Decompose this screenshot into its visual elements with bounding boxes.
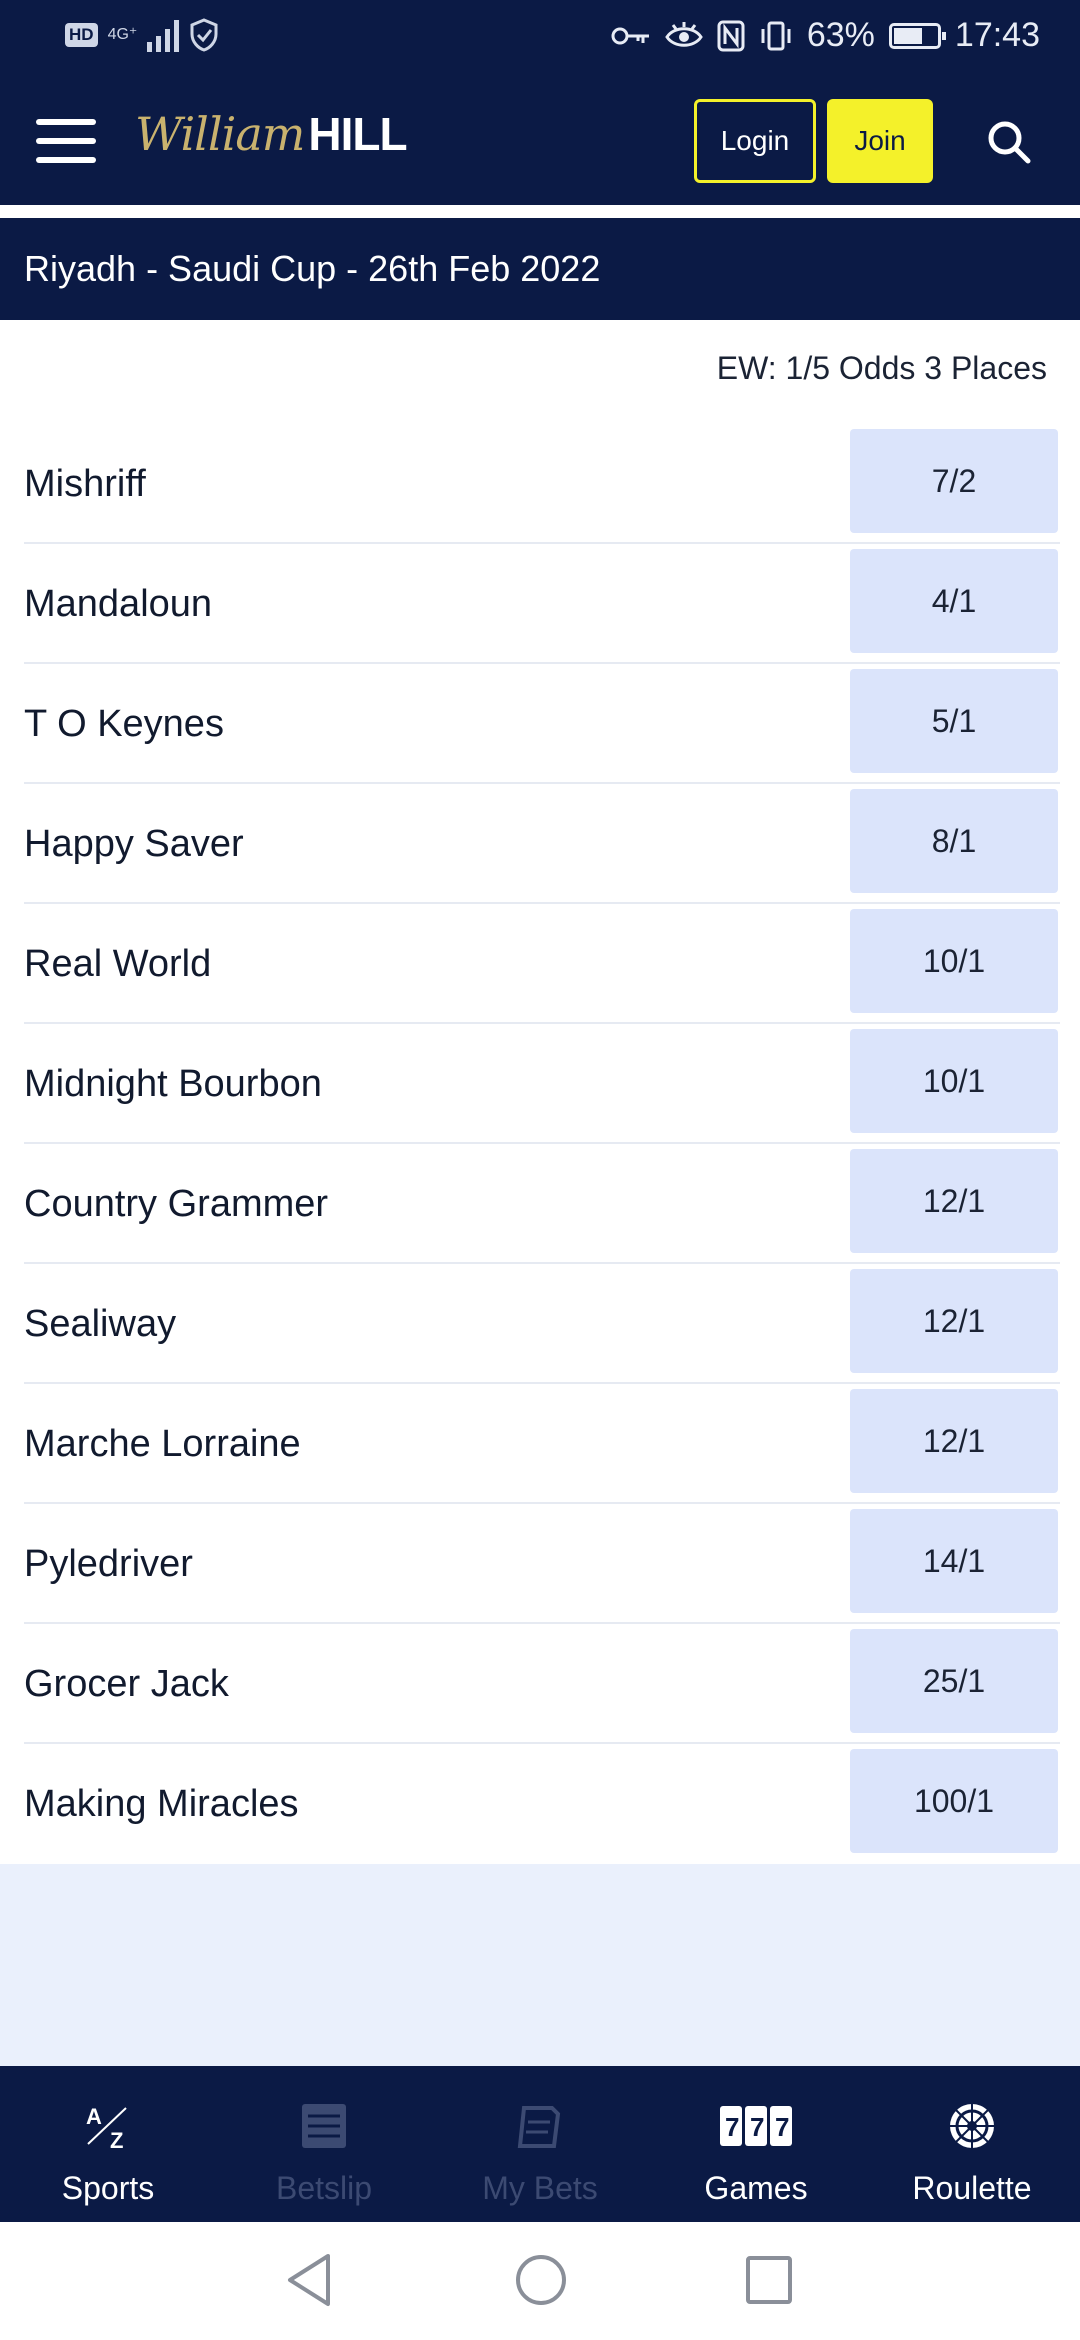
each-way-terms: EW: 1/5 Odds 3 Places	[716, 350, 1047, 386]
odds-button[interactable]: 12/1	[850, 1269, 1058, 1373]
runner-row: T O Keynes 5/1	[0, 664, 1080, 784]
runner-row: Pyledriver 14/1	[0, 1504, 1080, 1624]
nav-roulette[interactable]: Roulette	[864, 2066, 1080, 2222]
runner-name: Sealiway	[24, 1302, 177, 1345]
menu-icon[interactable]	[36, 119, 96, 163]
odds-button[interactable]: 12/1	[850, 1389, 1058, 1493]
eye-icon	[665, 21, 703, 47]
status-bar-right: 63% 17:43	[611, 16, 1040, 55]
odds-button[interactable]: 14/1	[850, 1509, 1058, 1613]
odds-button[interactable]: 10/1	[850, 1029, 1058, 1133]
odds-button[interactable]: 10/1	[850, 909, 1058, 1013]
my-bets-icon	[517, 2106, 561, 2148]
svg-text:Z: Z	[110, 2128, 123, 2152]
odds-button[interactable]: 12/1	[850, 1149, 1058, 1253]
race-title: Riyadh - Saudi Cup - 26th Feb 2022	[24, 248, 601, 289]
nav-games[interactable]: 7 7 7 Games	[648, 2066, 864, 2222]
runner-row: Sealiway 12/1	[0, 1264, 1080, 1384]
battery-icon	[888, 22, 946, 49]
svg-text:7: 7	[750, 2112, 764, 2142]
clock: 17:43	[954, 16, 1040, 54]
runner-row: Midnight Bourbon 10/1	[0, 1024, 1080, 1144]
vibrate-icon	[761, 21, 791, 50]
join-button[interactable]: Join	[827, 99, 933, 183]
logo-script: William	[135, 107, 305, 161]
runner-name: Real World	[24, 942, 212, 985]
runner-row: Real World 10/1	[0, 904, 1080, 1024]
nav-label: Games	[704, 2170, 808, 2206]
search-icon[interactable]	[986, 119, 1032, 165]
runner-name: Country Grammer	[24, 1182, 329, 1225]
odds-button[interactable]: 5/1	[850, 669, 1058, 773]
runner-row: Marche Lorraine 12/1	[0, 1384, 1080, 1504]
nav-label: My Bets	[482, 2170, 598, 2206]
betslip-icon	[302, 2104, 346, 2148]
page-footer-space	[0, 1864, 1080, 2066]
runner-row: Happy Saver 8/1	[0, 784, 1080, 904]
runner-row: Mandaloun 4/1	[0, 544, 1080, 664]
odds-button[interactable]: 7/2	[850, 429, 1058, 533]
signal-icon	[147, 18, 180, 52]
key-icon	[611, 27, 649, 44]
roulette-icon	[950, 2104, 994, 2148]
runners-list: Mishriff 7/2 Mandaloun 4/1 T O Keynes 5/…	[0, 424, 1080, 1864]
status-bar-left: HD 4G⁺	[65, 18, 219, 52]
recents-icon[interactable]	[744, 2252, 794, 2308]
runner-name: Pyledriver	[24, 1542, 193, 1585]
battery-percent: 63%	[806, 16, 875, 54]
nav-label: Sports	[61, 2170, 155, 2206]
nav-label: Roulette	[912, 2170, 1032, 2206]
svg-text:7: 7	[725, 2112, 739, 2142]
odds-button[interactable]: 4/1	[850, 549, 1058, 653]
status-bar: HD 4G⁺ 63% 17:43	[0, 0, 1080, 75]
runner-row: Making Miracles 100/1	[0, 1744, 1080, 1864]
runner-name: T O Keynes	[24, 702, 224, 745]
bottom-nav: A Z Sports Betslip My Bets 7 7 7 Games R…	[0, 2066, 1080, 2222]
odds-button[interactable]: 25/1	[850, 1629, 1058, 1733]
runner-name: Midnight Bourbon	[24, 1062, 322, 1105]
svg-text:7: 7	[775, 2112, 789, 2142]
runner-name: Happy Saver	[24, 822, 244, 865]
runner-row: Grocer Jack 25/1	[0, 1624, 1080, 1744]
a-z-icon: A Z	[86, 2104, 127, 2152]
runner-name: Grocer Jack	[24, 1662, 229, 1705]
odds-button[interactable]: 8/1	[850, 789, 1058, 893]
svg-text:A: A	[86, 2104, 102, 2129]
slots-777-icon: 7 7 7	[720, 2106, 792, 2146]
hd-badge: HD	[65, 23, 98, 47]
odds-button[interactable]: 100/1	[850, 1749, 1058, 1853]
runner-row: Country Grammer 12/1	[0, 1144, 1080, 1264]
runner-name: Marche Lorraine	[24, 1422, 301, 1465]
app-header: William HILL Login Join	[0, 75, 1080, 205]
login-button[interactable]: Login	[694, 99, 816, 183]
system-nav-bar	[0, 2222, 1080, 2340]
runner-name: Making Miracles	[24, 1782, 299, 1825]
nav-betslip[interactable]: Betslip	[216, 2066, 432, 2222]
network-type: 4G⁺	[107, 26, 138, 43]
nav-sports[interactable]: A Z Sports	[0, 2066, 216, 2222]
back-icon[interactable]	[284, 2252, 334, 2308]
nfc-icon	[717, 20, 745, 51]
race-title-bar: Riyadh - Saudi Cup - 26th Feb 2022	[0, 218, 1080, 320]
runner-name: Mandaloun	[24, 582, 213, 625]
home-icon[interactable]	[514, 2252, 568, 2308]
shield-icon	[190, 18, 218, 52]
runner-name: Mishriff	[24, 462, 146, 505]
logo-bold: HILL	[308, 108, 407, 160]
nav-label: Betslip	[275, 2170, 373, 2206]
nav-my-bets[interactable]: My Bets	[432, 2066, 648, 2222]
runner-row: Mishriff 7/2	[0, 424, 1080, 544]
william-hill-logo[interactable]: William HILL	[135, 107, 408, 177]
